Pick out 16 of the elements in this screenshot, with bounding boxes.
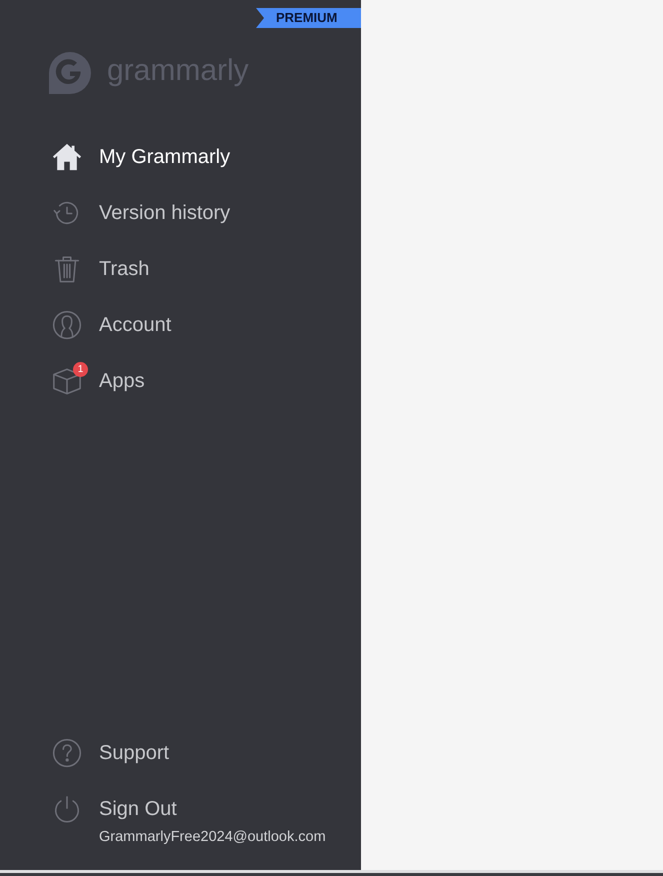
person-circle-icon: [52, 310, 82, 340]
nav-item[interactable]: Trash: [0, 241, 361, 297]
nav-item[interactable]: Version history: [0, 185, 361, 241]
power-icon: [52, 794, 82, 824]
question-circle-icon: [52, 738, 82, 768]
nav-item[interactable]: Support: [0, 733, 361, 773]
cube-icon: [52, 366, 82, 396]
nav-item[interactable]: Sign Out: [0, 789, 361, 829]
notification-badge: 1: [73, 362, 88, 377]
premium-ribbon: PREMIUM: [256, 8, 361, 28]
logo-icon: [49, 52, 92, 94]
nav-item[interactable]: My Grammarly: [0, 129, 361, 185]
nav-item[interactable]: Account: [0, 297, 361, 353]
trash-icon: [52, 254, 82, 284]
house-icon: [52, 142, 82, 172]
account-email: GrammarlyFree2024@outlook.com: [98, 829, 326, 846]
